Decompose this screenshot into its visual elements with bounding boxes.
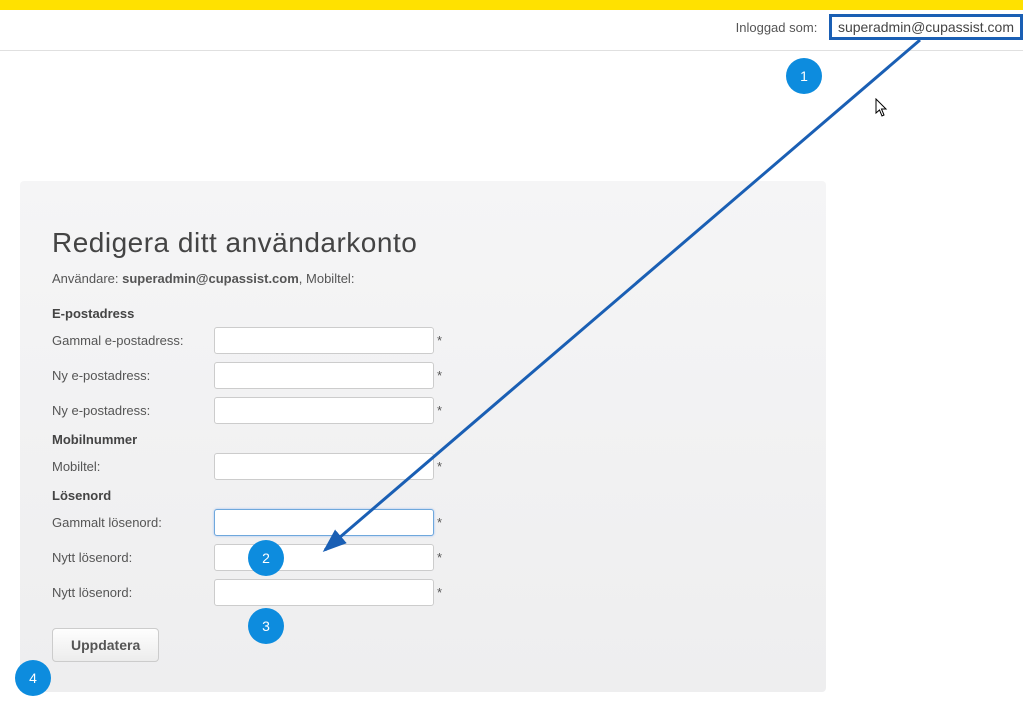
required-mark: * (437, 550, 442, 565)
cursor-icon (875, 98, 891, 123)
required-mark: * (437, 585, 442, 600)
top-yellow-bar (0, 0, 1023, 10)
login-bar: Inloggad som: superadmin@cupassist.com (0, 10, 1023, 51)
annotation-badge-4: 4 (15, 660, 51, 696)
new-email-input-1[interactable] (214, 362, 434, 389)
section-password: Lösenord (52, 488, 776, 503)
new-password-label-1: Nytt lösenord: (52, 550, 214, 565)
new-password-input-2[interactable] (214, 579, 434, 606)
old-password-label: Gammalt lösenord: (52, 515, 214, 530)
annotation-badge-3: 3 (248, 608, 284, 644)
required-mark: * (437, 515, 442, 530)
required-mark: * (437, 333, 442, 348)
new-email-label-1: Ny e-postadress: (52, 368, 214, 383)
new-email-input-2[interactable] (214, 397, 434, 424)
annotation-badge-1: 1 (786, 58, 822, 94)
required-mark: * (437, 403, 442, 418)
mobile-input[interactable] (214, 453, 434, 480)
old-email-label: Gammal e-postadress: (52, 333, 214, 348)
edit-account-panel: Redigera ditt användarkonto Användare: s… (20, 181, 826, 692)
new-password-input-1[interactable] (214, 544, 434, 571)
new-password-label-2: Nytt lösenord: (52, 585, 214, 600)
old-password-input[interactable] (214, 509, 434, 536)
section-mobile: Mobilnummer (52, 432, 776, 447)
old-email-input[interactable] (214, 327, 434, 354)
new-email-label-2: Ny e-postadress: (52, 403, 214, 418)
mobile-label: Mobiltel: (52, 459, 214, 474)
user-summary: Användare: superadmin@cupassist.com, Mob… (52, 271, 776, 286)
update-button[interactable]: Uppdatera (52, 628, 159, 662)
logged-in-user[interactable]: superadmin@cupassist.com (829, 14, 1023, 40)
page-title: Redigera ditt användarkonto (52, 227, 776, 259)
required-mark: * (437, 368, 442, 383)
logged-in-label: Inloggad som: (736, 20, 818, 35)
annotation-badge-2: 2 (248, 540, 284, 576)
required-mark: * (437, 459, 442, 474)
section-email: E-postadress (52, 306, 776, 321)
